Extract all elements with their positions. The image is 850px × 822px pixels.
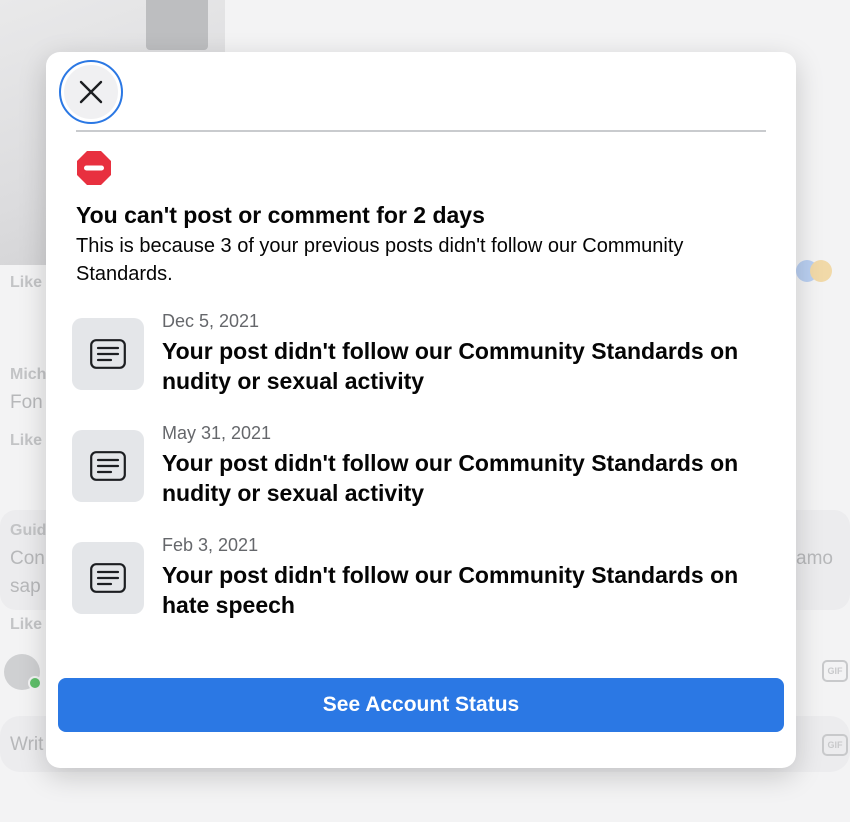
document-icon (90, 563, 126, 593)
close-icon (79, 80, 103, 104)
restriction-dialog: You can't post or comment for 2 days Thi… (46, 52, 796, 768)
feed-like-label: Like (10, 274, 43, 291)
violation-date: Feb 3, 2021 (162, 535, 259, 555)
feed-comment-text: Fon (10, 392, 43, 413)
violation-date: Dec 5, 2021 (162, 311, 260, 331)
violation-date: May 31, 2021 (162, 423, 272, 443)
close-button[interactable] (59, 60, 123, 124)
feed-photo-device (146, 0, 208, 50)
gif-icon: GIF (822, 734, 848, 756)
document-icon (90, 451, 126, 481)
feed-comment-text: sap (10, 576, 41, 597)
header-divider (76, 130, 766, 132)
feed-reactions (796, 260, 836, 284)
violation-icon-tile (72, 318, 144, 390)
violation-description: Your post didn't follow our Community St… (162, 450, 739, 506)
gif-icon: GIF (822, 660, 848, 682)
feed-commenter-name: Mich (10, 366, 47, 383)
feed-comment-text: Con (10, 548, 45, 569)
dialog-subtitle: This is because 3 of your previous posts… (76, 235, 684, 285)
violation-item: Dec 5, 2021 Your post didn't follow our … (72, 310, 772, 400)
document-icon (90, 339, 126, 369)
violation-item: Feb 3, 2021 Your post didn't follow our … (72, 534, 772, 624)
violation-description: Your post didn't follow our Community St… (162, 338, 739, 394)
no-entry-icon (77, 151, 111, 185)
violation-item: May 31, 2021 Your post didn't follow our… (72, 422, 772, 512)
haha-reaction-icon (810, 260, 832, 282)
current-user-avatar (4, 654, 42, 690)
feed-comment-placeholder: Writ (10, 734, 44, 755)
violation-icon-tile (72, 542, 144, 614)
feed-comment-text: amo (796, 548, 833, 569)
violation-icon-tile (72, 430, 144, 502)
dialog-title: You can't post or comment for 2 days (76, 202, 485, 228)
feed-like-label: Like (10, 616, 43, 633)
feed-commenter-name: Guid (10, 522, 47, 539)
violation-description: Your post didn't follow our Community St… (162, 562, 739, 618)
feed-like-label: Like (10, 432, 43, 449)
see-account-status-button[interactable]: See Account Status (58, 678, 784, 732)
